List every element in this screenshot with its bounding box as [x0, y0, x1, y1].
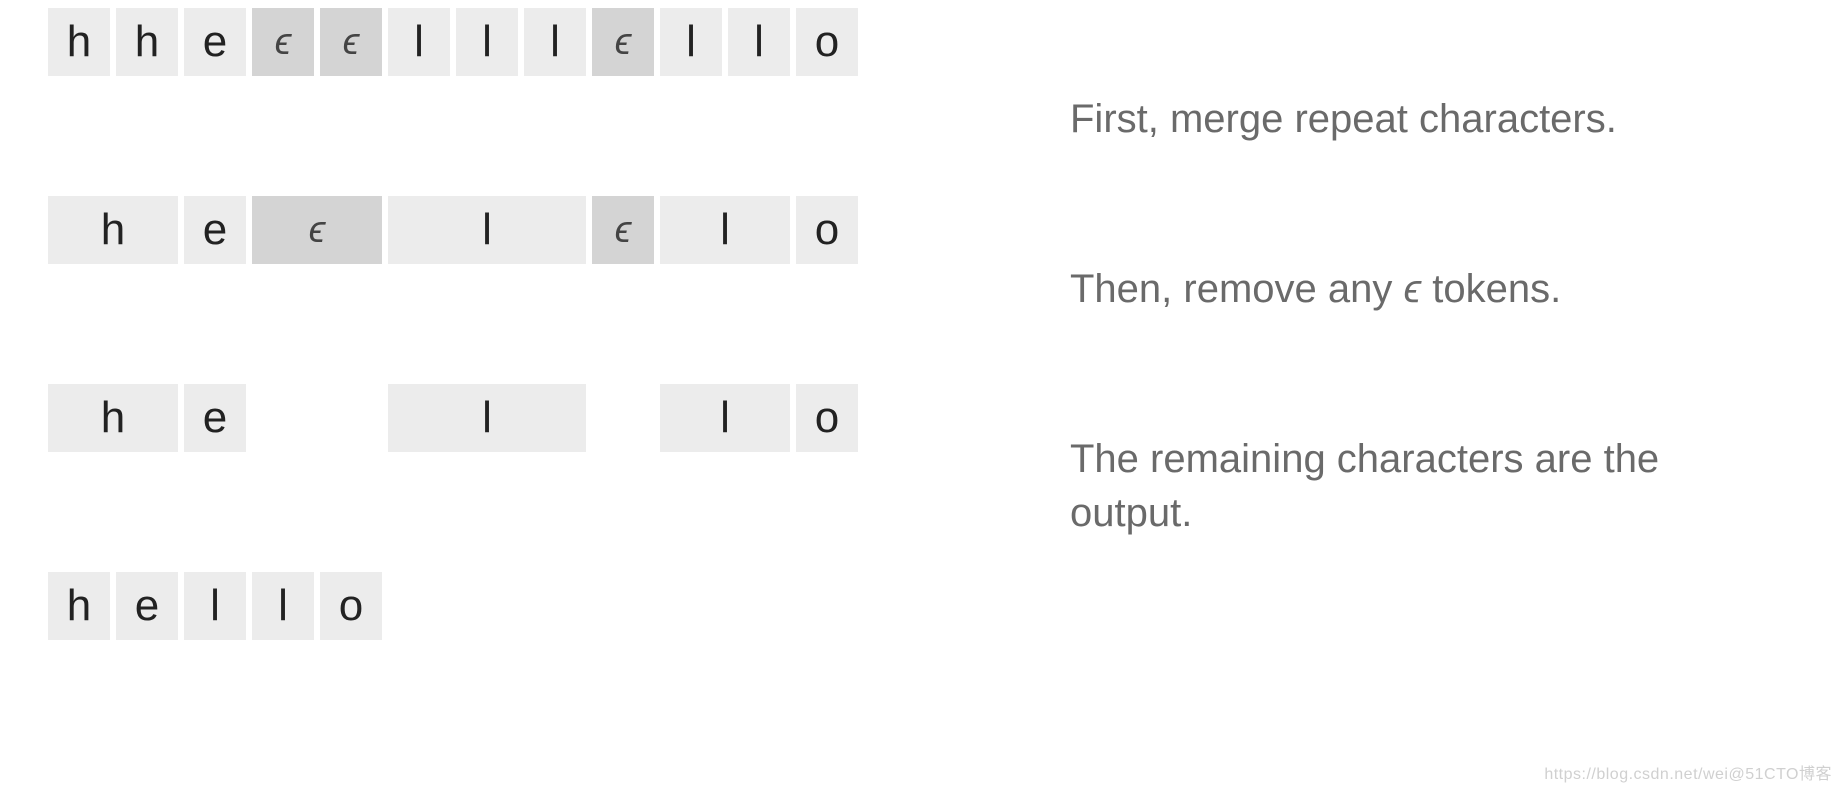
token-cell-char: l	[388, 384, 586, 452]
token-cell-char: l	[660, 8, 722, 76]
token-cell-epsilon: ϵ	[592, 8, 654, 76]
token-cell-char: l	[388, 196, 586, 264]
caption-step-2: Then, remove any ϵ tokens.	[1070, 262, 1710, 316]
token-cell-char: h	[48, 384, 178, 452]
diagram-left-column: hheϵϵlllϵllo heϵlϵlo hello hello	[48, 0, 908, 640]
token-cell-char: o	[320, 572, 382, 640]
token-cell-char: l	[660, 384, 790, 452]
caption-step-1: First, merge repeat characters.	[1070, 92, 1710, 146]
token-cell-char: e	[184, 8, 246, 76]
token-cell-char: e	[184, 196, 246, 264]
watermark-text: https://blog.csdn.net/wei@51CTO博客	[1544, 760, 1832, 784]
token-cell-char: l	[184, 572, 246, 640]
token-cell-epsilon: ϵ	[252, 196, 382, 264]
caption-step-3: The remaining characters are the output.	[1070, 432, 1710, 540]
token-row-2: heϵlϵlo	[48, 196, 908, 264]
token-cell-char: o	[796, 384, 858, 452]
token-cell-char: h	[48, 196, 178, 264]
token-cell-char: h	[116, 8, 178, 76]
token-cell-char: l	[456, 8, 518, 76]
token-cell-blank	[252, 384, 382, 452]
caption-step-2-pre: Then, remove any	[1070, 267, 1404, 311]
token-cell-char: h	[48, 572, 110, 640]
token-cell-char: l	[252, 572, 314, 640]
caption-step-2-post: tokens.	[1421, 267, 1561, 311]
token-cell-char: l	[388, 8, 450, 76]
token-row-3: hello	[48, 384, 908, 452]
token-cell-blank	[592, 384, 654, 452]
token-cell-char: h	[48, 8, 110, 76]
token-cell-char: l	[660, 196, 790, 264]
epsilon-inline-icon: ϵ	[1404, 267, 1422, 311]
token-cell-char: e	[116, 572, 178, 640]
token-cell-epsilon: ϵ	[252, 8, 314, 76]
token-row-4: hello	[48, 572, 908, 640]
captions-column: First, merge repeat characters. Then, re…	[1070, 92, 1710, 656]
token-cell-char: l	[728, 8, 790, 76]
token-cell-char: o	[796, 196, 858, 264]
token-cell-epsilon: ϵ	[592, 196, 654, 264]
token-cell-char: e	[184, 384, 246, 452]
token-cell-epsilon: ϵ	[320, 8, 382, 76]
token-cell-char: l	[524, 8, 586, 76]
token-cell-char: o	[796, 8, 858, 76]
token-row-1: hheϵϵlllϵllo	[48, 8, 908, 76]
